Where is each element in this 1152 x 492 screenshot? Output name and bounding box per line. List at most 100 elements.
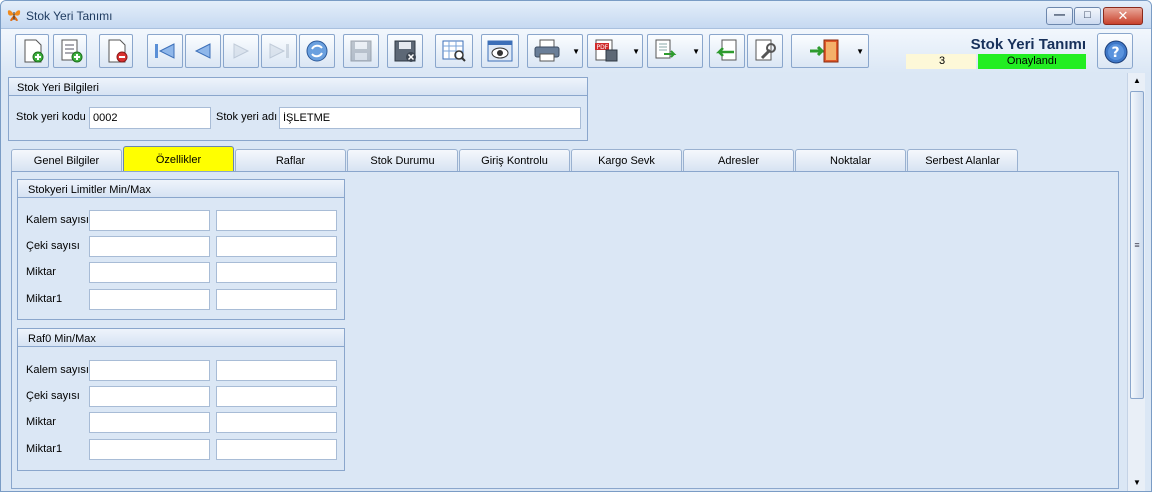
- shelf-check-count-max-input[interactable]: [216, 386, 337, 407]
- main-window: Stok Yeri Tanımı — □ ✕ ▼ PDF ▼ ▼ ▼ Stok …: [0, 0, 1152, 492]
- help-icon: ?: [1104, 40, 1128, 64]
- cancel-save-button[interactable]: [387, 34, 423, 68]
- butterfly-app-icon: [7, 10, 21, 21]
- stock-location-code-input[interactable]: [89, 107, 211, 129]
- tab-raflar[interactable]: Raflar: [235, 149, 346, 171]
- scroll-down-arrow-icon[interactable]: ▼: [1128, 475, 1146, 491]
- tab-noktalar[interactable]: Noktalar: [795, 149, 906, 171]
- chevron-down-icon: ▼: [692, 47, 700, 56]
- tab-adresler[interactable]: Adresler: [683, 149, 794, 171]
- chevron-down-icon: ▼: [632, 47, 640, 56]
- shelf-quantity1-min-input[interactable]: [89, 439, 210, 460]
- stock-location-name-label: Stok yeri adı: [216, 111, 278, 123]
- settings-button[interactable]: [747, 34, 783, 68]
- print-button[interactable]: ▼: [527, 34, 583, 68]
- minimize-icon: —: [1054, 9, 1065, 21]
- scrollbar-thumb[interactable]: ≡: [1130, 91, 1144, 399]
- delete-document-icon: [108, 39, 128, 63]
- new-list-add-icon: [61, 39, 83, 63]
- grip-icon: ≡: [1134, 240, 1140, 250]
- tab-kargo-sevk[interactable]: Kargo Sevk: [571, 149, 682, 171]
- tab-stok-durumu[interactable]: Stok Durumu: [347, 149, 458, 171]
- stock-location-name-input[interactable]: [279, 107, 581, 129]
- new-document-icon: [24, 39, 44, 63]
- shelf0-group: Kalem sayısı Çeki sayısı Miktar Miktar1: [17, 347, 345, 471]
- last-record-button[interactable]: [261, 34, 297, 68]
- pdf-export-button[interactable]: PDF ▼: [587, 34, 643, 68]
- record-number: 3: [906, 54, 976, 69]
- shelf-item-count-max-input[interactable]: [216, 360, 337, 381]
- shelf-item-count-label: Kalem sayısı: [26, 364, 89, 376]
- tab-content-ozellikler: Stokyeri Limitler Min/Max Kalem sayısı Ç…: [11, 171, 1119, 489]
- stock-limits-group: Kalem sayısı Çeki sayısı Miktar Miktar1: [17, 198, 345, 320]
- refresh-button[interactable]: [299, 34, 335, 68]
- tab-genel-bilgiler[interactable]: Genel Bilgiler: [11, 149, 122, 171]
- quantity1-max-input[interactable]: [216, 289, 337, 310]
- status-badge: Onaylandı: [978, 54, 1086, 69]
- view-eye-icon: [487, 40, 513, 62]
- quantity1-label: Miktar1: [26, 293, 63, 305]
- vertical-scrollbar[interactable]: ▲ ≡ ▼: [1127, 73, 1145, 491]
- svg-text:?: ?: [1112, 45, 1120, 61]
- title-bar: Stok Yeri Tanımı — □ ✕: [1, 1, 1151, 29]
- cancel-save-icon: [394, 40, 416, 62]
- tab-serbest-alanlar[interactable]: Serbest Alanlar: [907, 149, 1018, 171]
- shelf-quantity-max-input[interactable]: [216, 412, 337, 433]
- close-button[interactable]: ✕: [1103, 7, 1143, 25]
- quantity1-min-input[interactable]: [89, 289, 210, 310]
- preview-button[interactable]: [435, 34, 473, 68]
- check-count-max-input[interactable]: [216, 236, 337, 257]
- help-button[interactable]: ?: [1097, 33, 1133, 69]
- general-info-panel: Stok yeri kodu Stok yeri adı: [8, 96, 588, 141]
- window-title: Stok Yeri Tanımı: [26, 9, 113, 23]
- next-record-button[interactable]: [223, 34, 259, 68]
- check-count-min-input[interactable]: [89, 236, 210, 257]
- tab-giris-kontrolu[interactable]: Giriş Kontrolu: [459, 149, 570, 171]
- exit-door-icon: [810, 39, 839, 63]
- previous-record-button[interactable]: [185, 34, 221, 68]
- first-record-icon: [155, 43, 175, 59]
- shelf-quantity-label: Miktar: [26, 416, 56, 428]
- shelf-check-count-min-input[interactable]: [89, 386, 210, 407]
- stock-limits-group-title: Stokyeri Limitler Min/Max: [17, 179, 345, 198]
- view-button[interactable]: [481, 34, 519, 68]
- tab-ozellikler[interactable]: Özellikler: [123, 146, 234, 171]
- settings-tool-icon: [755, 39, 776, 61]
- item-count-max-input[interactable]: [216, 210, 337, 231]
- add-list-button[interactable]: [53, 34, 87, 68]
- export-button[interactable]: ▼: [647, 34, 703, 68]
- preview-grid-icon: [442, 40, 466, 62]
- pdf-export-icon: PDF: [595, 39, 618, 62]
- quantity-max-input[interactable]: [216, 262, 337, 283]
- stock-location-code-label: Stok yeri kodu: [16, 111, 86, 123]
- shelf-quantity-min-input[interactable]: [89, 412, 210, 433]
- last-record-icon: [269, 43, 289, 59]
- shelf-check-count-label: Çeki sayısı: [26, 390, 80, 402]
- export-document-icon: [655, 39, 677, 59]
- scroll-up-arrow-icon[interactable]: ▲: [1128, 73, 1146, 89]
- import-document-icon: [715, 39, 737, 61]
- save-button[interactable]: [343, 34, 379, 68]
- shelf-quantity1-max-input[interactable]: [216, 439, 337, 460]
- delete-button[interactable]: [99, 34, 133, 68]
- print-icon: [534, 39, 560, 62]
- toolbar: ▼ PDF ▼ ▼ ▼ Stok Yeri Tanımı 3 Onaylandı…: [1, 29, 1151, 73]
- first-record-button[interactable]: [147, 34, 183, 68]
- import-button[interactable]: [709, 34, 745, 68]
- new-button[interactable]: [15, 34, 49, 68]
- chevron-down-icon: ▼: [572, 47, 580, 56]
- save-icon: [350, 40, 372, 62]
- check-count-label: Çeki sayısı: [26, 240, 80, 252]
- form-header-title: Stok Yeri Tanımı: [970, 36, 1086, 53]
- quantity-label: Miktar: [26, 266, 56, 278]
- shelf0-group-title: Raf0 Min/Max: [17, 328, 345, 347]
- exit-button[interactable]: ▼: [791, 34, 869, 68]
- item-count-min-input[interactable]: [89, 210, 210, 231]
- maximize-icon: □: [1084, 9, 1091, 21]
- minimize-button[interactable]: —: [1046, 7, 1073, 25]
- shelf-item-count-min-input[interactable]: [89, 360, 210, 381]
- quantity-min-input[interactable]: [89, 262, 210, 283]
- maximize-button[interactable]: □: [1074, 7, 1101, 25]
- item-count-label: Kalem sayısı: [26, 214, 89, 226]
- general-info-panel-title: Stok Yeri Bilgileri: [8, 77, 588, 96]
